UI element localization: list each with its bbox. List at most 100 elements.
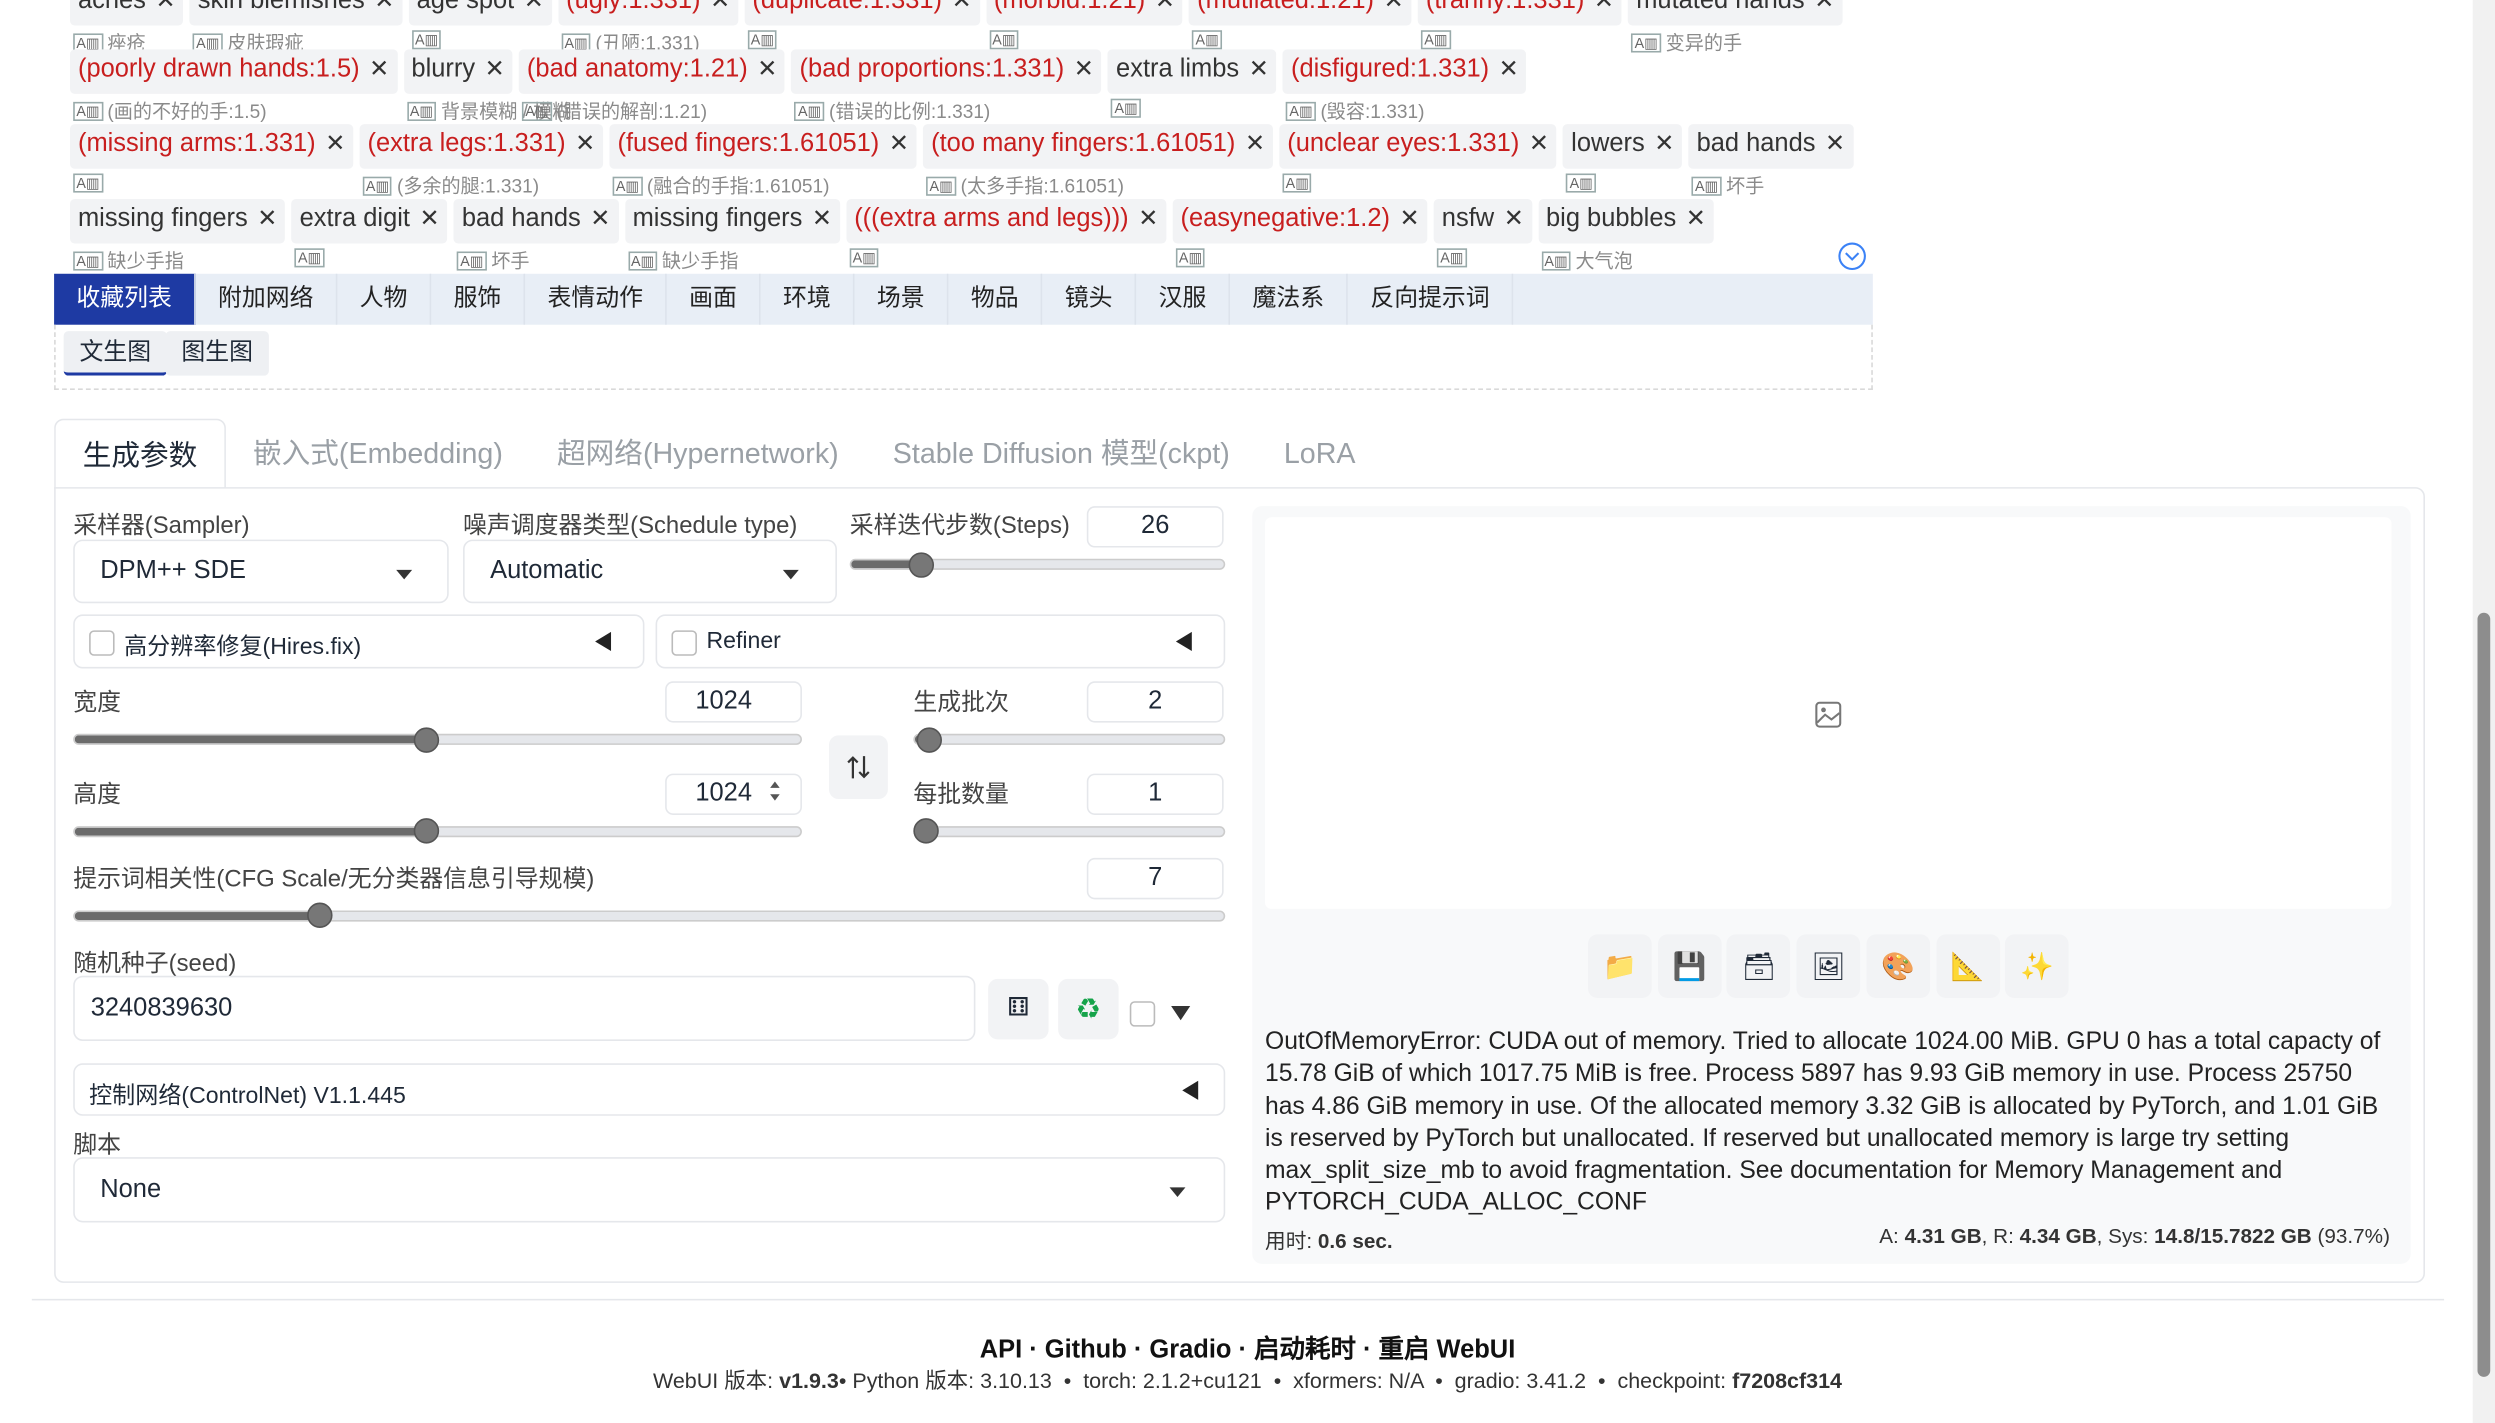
scrollbar-thumb[interactable] — [2477, 612, 2491, 1377]
prompt-tag[interactable]: (disfigured:1.331) ✕ (毁容:1.331) — [1283, 49, 1527, 123]
collapse-arrow-icon[interactable] — [1182, 1080, 1199, 1100]
cfg-input[interactable]: 7 — [1086, 857, 1224, 900]
remove-tag-icon[interactable]: ✕ — [952, 0, 972, 14]
height-input[interactable]: 1024 — [665, 773, 802, 815]
prompt-tag[interactable]: (mutilated:1.21) ✕ — [1189, 0, 1412, 26]
prompt-tag[interactable]: (too many fingers:1.61051) ✕ (太多手指:1.61051… — [923, 124, 1273, 197]
expand-chevron-icon[interactable] — [1836, 240, 1868, 272]
batch-size-slider-knob[interactable] — [913, 818, 939, 844]
prompt-tag[interactable]: skin blemishes✕皮肤瑕疵 — [189, 0, 403, 54]
prompt-tag[interactable]: (bad anatomy:1.21) ✕ (错误的解剖:1.21) — [518, 49, 786, 123]
prompt-tag[interactable]: (missing arms:1.331) ✕ — [70, 124, 354, 169]
remove-tag-icon[interactable]: ✕ — [757, 56, 777, 83]
remove-tag-icon[interactable]: ✕ — [1249, 56, 1269, 83]
output-tool-button[interactable]: 💾 — [1657, 934, 1722, 999]
remove-tag-icon[interactable]: ✕ — [1400, 205, 1420, 232]
remove-tag-icon[interactable]: ✕ — [325, 131, 345, 158]
remove-tag-icon[interactable]: ✕ — [524, 0, 544, 14]
refiner-accordion[interactable]: Refiner — [655, 614, 1226, 669]
remove-tag-icon[interactable]: ✕ — [1686, 205, 1706, 232]
extra-seed-toggle-icon[interactable] — [1171, 1005, 1191, 1021]
nav-tab[interactable]: 魔法系 — [1230, 273, 1349, 325]
remove-tag-icon[interactable]: ✕ — [1814, 0, 1834, 14]
steps-slider[interactable] — [849, 558, 1226, 570]
remove-tag-icon[interactable]: ✕ — [889, 131, 909, 158]
prompt-tag[interactable]: acnes✕痤疮 — [70, 0, 184, 54]
extra-seed-checkbox[interactable] — [1129, 1001, 1156, 1027]
nav-tab[interactable]: 画面 — [667, 273, 761, 325]
cfg-slider-knob[interactable] — [307, 902, 333, 928]
prompt-tag[interactable]: big bubbles ✕ 大气泡 — [1538, 198, 1714, 272]
prompt-tag[interactable]: bad hands ✕ 坏手 — [1688, 124, 1854, 197]
nav-tab[interactable]: 物品 — [949, 273, 1043, 325]
schedule-select[interactable]: Automatic — [463, 539, 837, 604]
remove-tag-icon[interactable]: ✕ — [710, 0, 730, 14]
height-slider-knob[interactable] — [413, 818, 440, 844]
cfg-slider[interactable] — [73, 910, 1226, 922]
prompt-tag[interactable]: lowers ✕ — [1563, 124, 1683, 169]
prompt-tag[interactable]: bad hands ✕ 坏手 — [453, 198, 619, 272]
nav-tab[interactable]: 服饰 — [431, 273, 526, 325]
remove-tag-icon[interactable]: ✕ — [155, 0, 175, 14]
steps-slider-knob[interactable] — [908, 552, 935, 578]
steps-input[interactable]: 26 — [1086, 506, 1224, 548]
output-tool-button[interactable]: 📁 — [1588, 934, 1652, 999]
remove-tag-icon[interactable]: ✕ — [420, 205, 440, 232]
remove-tag-icon[interactable]: ✕ — [374, 0, 394, 14]
remove-tag-icon[interactable]: ✕ — [1499, 56, 1519, 83]
nav-tab[interactable]: 环境 — [761, 273, 855, 325]
remove-tag-icon[interactable]: ✕ — [257, 205, 277, 232]
batch-size-input[interactable]: 1 — [1086, 773, 1224, 815]
nav-tab[interactable]: 镜头 — [1042, 273, 1137, 325]
remove-tag-icon[interactable]: ✕ — [1138, 205, 1158, 232]
script-select[interactable]: None — [73, 1157, 1226, 1223]
tab-checkpoint[interactable]: Stable Diffusion 模型(ckpt) — [866, 419, 1257, 489]
prompt-tag[interactable]: (bad proportions:1.331) ✕ (错误的比例:1.331) — [791, 49, 1102, 123]
prompt-tag[interactable]: (poorly drawn hands:1.5) ✕ (画的不好的手:1.5) — [70, 49, 398, 123]
prompt-tag[interactable]: nsfw ✕ — [1433, 198, 1532, 244]
tab-hypernetwork[interactable]: 超网络(Hypernetwork) — [530, 419, 866, 489]
tab-generation-params[interactable]: 生成参数 — [54, 418, 226, 489]
prompt-tag[interactable]: (((extra arms and legs))) ✕ — [846, 198, 1167, 244]
prompt-tag[interactable]: mutated hands ✕ 变异的手 — [1628, 0, 1843, 54]
output-tool-button[interactable]: 🎨 — [1866, 934, 1930, 999]
remove-tag-icon[interactable]: ✕ — [575, 131, 595, 158]
prompt-tag[interactable]: missing fingers ✕ 缺少手指 — [624, 198, 840, 272]
prompt-tag[interactable]: (easynegative:1.2) ✕ — [1172, 198, 1428, 244]
reuse-seed-button[interactable]: ♻ — [1058, 978, 1119, 1040]
remove-tag-icon[interactable]: ✕ — [1504, 205, 1524, 232]
sampler-select[interactable]: DPM++ SDE — [73, 539, 449, 604]
tab-lora[interactable]: LoRA — [1257, 419, 1383, 489]
batch-count-input[interactable]: 2 — [1086, 681, 1224, 723]
refiner-checkbox[interactable] — [671, 630, 697, 656]
output-tool-button[interactable]: 🗃 — [1727, 934, 1791, 999]
output-tool-button[interactable]: 🖼 — [1796, 934, 1861, 999]
remove-tag-icon[interactable]: ✕ — [812, 205, 832, 232]
batch-count-slider[interactable] — [913, 733, 1226, 745]
prompt-tag[interactable]: (tranny:1.331) ✕ — [1417, 0, 1622, 26]
remove-tag-icon[interactable]: ✕ — [1384, 0, 1404, 14]
sub-tab-txt2img[interactable]: 文生图 — [63, 331, 168, 376]
number-spinner-icon[interactable] — [769, 778, 782, 803]
remove-tag-icon[interactable]: ✕ — [1529, 131, 1549, 158]
batch-size-slider[interactable] — [913, 826, 1226, 838]
output-tool-button[interactable]: ✨ — [2005, 934, 2069, 999]
footer-links[interactable]: API · Github · Gradio · 启动耗时 · 重启 WebUI — [0, 1327, 2495, 1365]
remove-tag-icon[interactable]: ✕ — [369, 56, 389, 83]
batch-count-slider-knob[interactable] — [916, 727, 942, 753]
output-tool-button[interactable]: 📐 — [1935, 934, 2000, 999]
prompt-tag[interactable]: age spot ✕ — [408, 0, 552, 26]
prompt-tag[interactable]: blurry✕背景模糊 / 模糊 — [403, 49, 571, 123]
remove-tag-icon[interactable]: ✕ — [1074, 56, 1094, 83]
tab-embedding[interactable]: 嵌入式(Embedding) — [226, 419, 530, 489]
nav-tab[interactable]: 表情动作 — [525, 273, 667, 325]
prompt-tag[interactable]: (unclear eyes:1.331) ✕ — [1279, 124, 1557, 169]
hires-fix-checkbox[interactable] — [89, 630, 115, 656]
nav-tab[interactable]: 汉服 — [1136, 273, 1231, 325]
nav-tab[interactable]: 场景 — [855, 273, 949, 325]
remove-tag-icon[interactable]: ✕ — [1654, 131, 1674, 158]
remove-tag-icon[interactable]: ✕ — [590, 205, 610, 232]
nav-tab[interactable]: 人物 — [337, 273, 432, 325]
prompt-tag[interactable]: extra digit ✕ — [291, 198, 448, 244]
prompt-tag[interactable]: (fused fingers:1.61051) ✕ (融合的手指:1.61051) — [609, 124, 917, 197]
